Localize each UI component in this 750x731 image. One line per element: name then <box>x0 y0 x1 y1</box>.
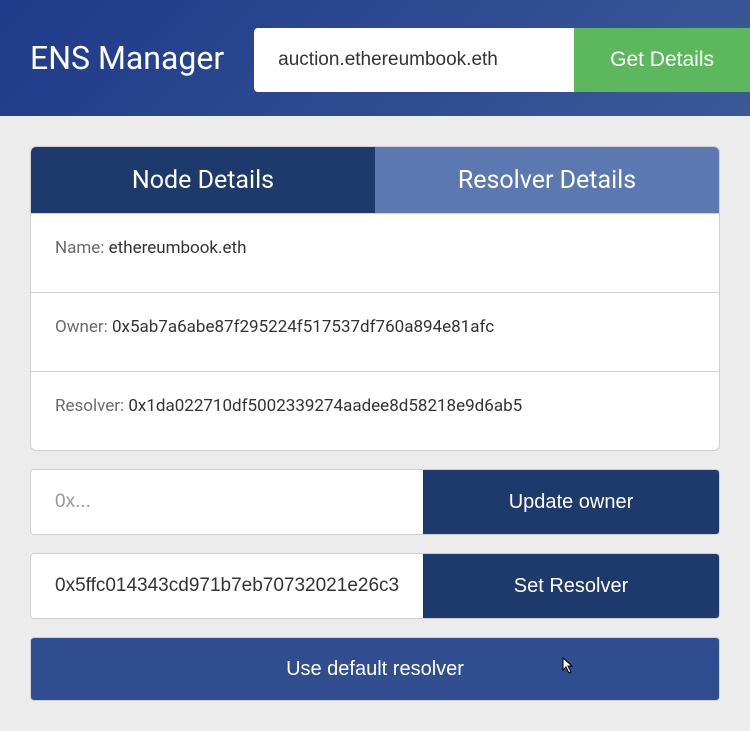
use-default-resolver-button[interactable]: Use default resolver <box>30 637 720 701</box>
app-title: ENS Manager <box>30 39 224 77</box>
detail-owner-row: Owner: 0x5ab7a6abe87f295224f517537df760a… <box>31 292 719 371</box>
name-label: Name: <box>55 238 109 258</box>
search-container: Get Details <box>254 28 750 92</box>
owner-value: 0x5ab7a6abe87f295224f517537df760a894e81a… <box>112 317 494 337</box>
owner-label: Owner: <box>55 317 112 337</box>
set-resolver-input[interactable] <box>31 554 423 618</box>
tab-resolver-details[interactable]: Resolver Details <box>375 147 719 213</box>
name-value: ethereumbook.eth <box>109 238 247 258</box>
get-details-button[interactable]: Get Details <box>574 28 750 92</box>
details-card: Node Details Resolver Details Name: ethe… <box>30 146 720 451</box>
detail-name-row: Name: ethereumbook.eth <box>31 213 719 292</box>
resolver-value: 0x1da022710df5002339274aadee8d58218e9d6a… <box>128 396 522 416</box>
tab-node-details[interactable]: Node Details <box>31 147 375 213</box>
resolver-label: Resolver: <box>55 396 128 416</box>
update-owner-row: Update owner <box>30 469 720 535</box>
search-input[interactable] <box>254 28 574 92</box>
tabs: Node Details Resolver Details <box>31 147 719 213</box>
set-resolver-row: Set Resolver <box>30 553 720 619</box>
set-resolver-button[interactable]: Set Resolver <box>423 554 719 618</box>
update-owner-input[interactable] <box>31 470 423 534</box>
header: ENS Manager Get Details <box>0 0 750 116</box>
detail-resolver-row: Resolver: 0x1da022710df5002339274aadee8d… <box>31 371 719 450</box>
content-area: Node Details Resolver Details Name: ethe… <box>0 116 750 731</box>
update-owner-button[interactable]: Update owner <box>423 470 719 534</box>
